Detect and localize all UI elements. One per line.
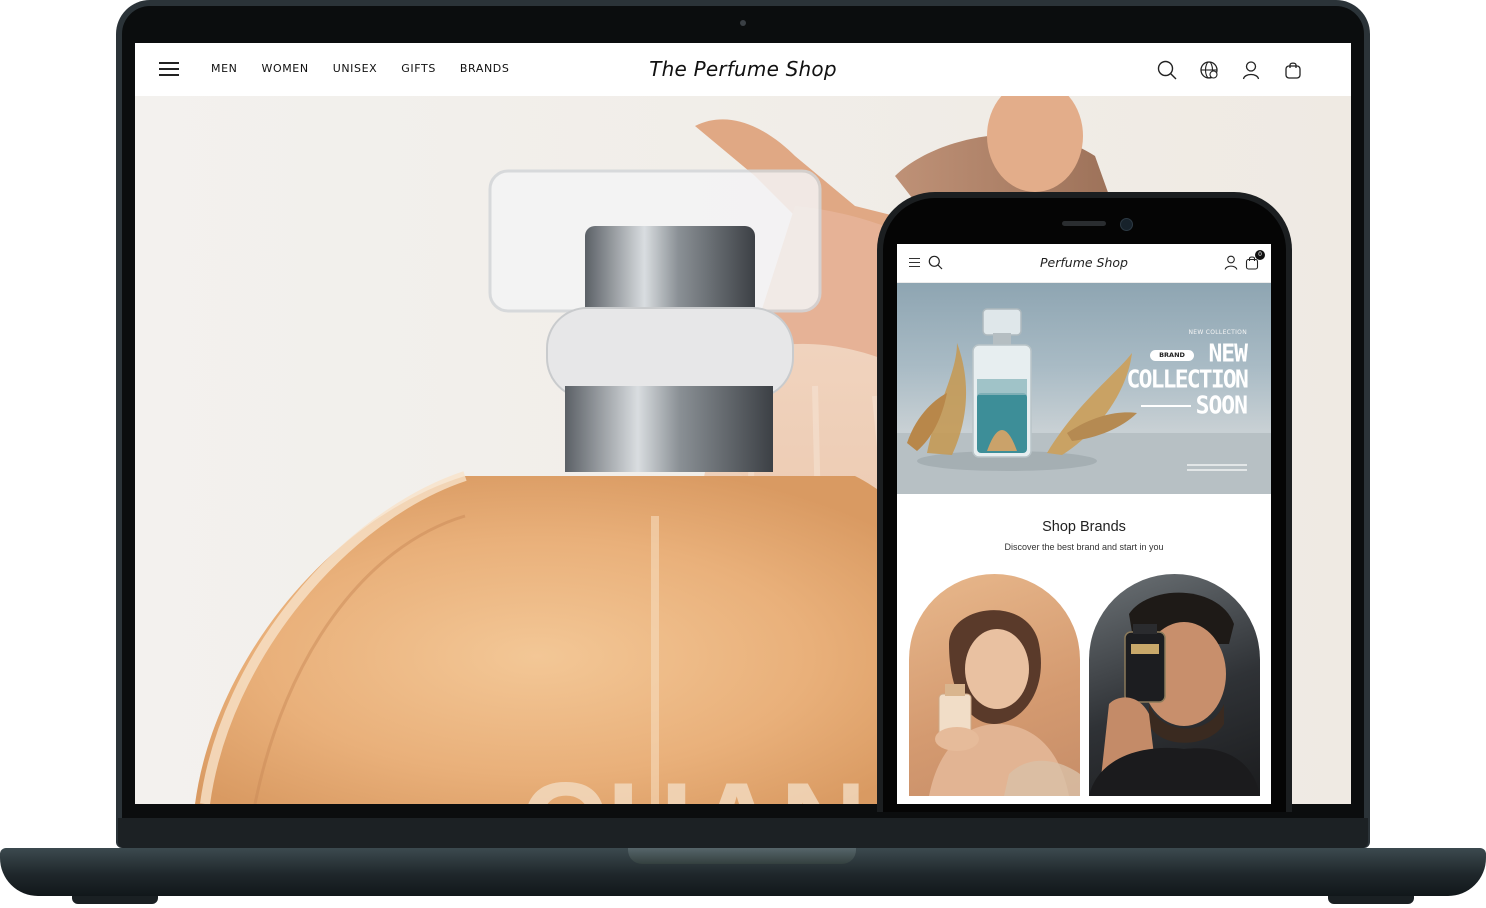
laptop-chin [118, 818, 1368, 848]
women-brand-image [929, 610, 1080, 796]
shop-brands-title: Shop Brands [1042, 519, 1126, 535]
banner-fineprint-line [1187, 469, 1247, 471]
mobile-header: Perfume Shop 0 [897, 244, 1271, 283]
language-globe-icon[interactable] [1199, 60, 1219, 80]
shopping-bag-icon[interactable] [1283, 60, 1303, 80]
men-brand-image [1089, 592, 1260, 796]
banner-headline-line1: NEW [1208, 339, 1248, 369]
laptop-foot [1328, 896, 1414, 904]
banner-headline-line3: SOON [1195, 391, 1248, 421]
men-brand-card[interactable] [1089, 574, 1260, 796]
banner-eyebrow: NEW COLLECTION [1188, 329, 1247, 336]
shop-brands-subtitle: Discover the best brand and start in you [1004, 542, 1164, 552]
new-collection-banner[interactable]: NEW COLLECTION BRAND NEW COLLECTION SOON [897, 283, 1271, 494]
banner-divider [1141, 405, 1191, 407]
laptop-trackpad-notch [628, 848, 856, 864]
phone-camera [1120, 218, 1133, 231]
header-actions [1157, 60, 1303, 80]
banner-brand-badge: BRAND [1150, 350, 1194, 361]
account-icon[interactable] [1241, 60, 1261, 80]
cart-count-badge: 0 [1255, 250, 1265, 260]
women-brand-card[interactable] [909, 574, 1080, 796]
hero-bottle-text: CHAN [520, 758, 867, 804]
banner-headline-line2: COLLECTION [1126, 365, 1249, 395]
site-header: MEN WOMEN UNISEX GIFTS BRANDS The Perfum… [135, 43, 1351, 96]
banner-fineprint-line [1187, 464, 1247, 466]
mobile-logo[interactable]: Perfume Shop [897, 255, 1271, 270]
phone-speaker [1062, 221, 1106, 226]
phone-screen: Perfume Shop 0 NEW COLLECTION BRAND NEW … [897, 244, 1271, 804]
mobile-account-icon[interactable] [1224, 255, 1238, 270]
search-icon[interactable] [1157, 60, 1177, 80]
laptop-foot [72, 896, 158, 904]
laptop-camera [740, 20, 746, 26]
